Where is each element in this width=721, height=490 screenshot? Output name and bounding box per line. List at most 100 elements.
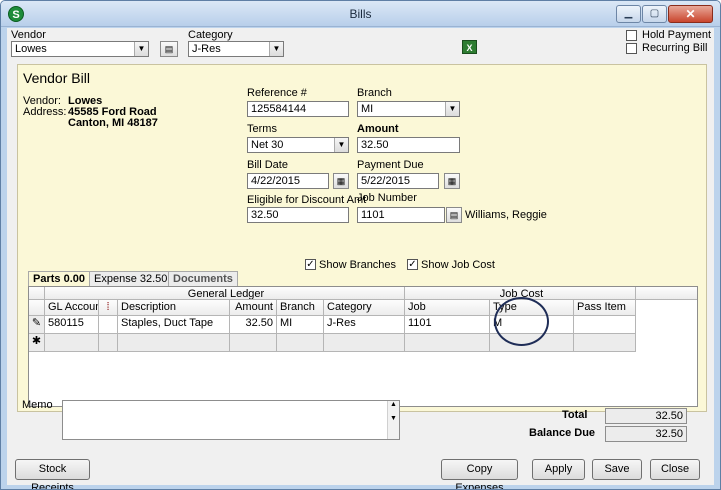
job-number-input[interactable]: 1101 — [357, 207, 445, 223]
col-attachment[interactable]: ⁞ — [99, 300, 118, 316]
show-job-cost-checkbox[interactable]: ✓ — [407, 259, 418, 270]
memo-textarea[interactable]: ▲ ▼ — [62, 400, 400, 440]
payment-due-label: Payment Due — [357, 159, 424, 171]
copy-expenses-button[interactable]: Copy Expenses — [441, 459, 518, 489]
total-value: 32.50 — [605, 408, 687, 424]
cell-job[interactable]: 1101 — [405, 316, 490, 334]
grid-corner — [29, 287, 45, 300]
window-title: Bills — [349, 7, 372, 21]
vendor-select[interactable]: Lowes ▼ — [11, 41, 149, 57]
branch-label: Branch — [357, 87, 392, 99]
new-cell-pass-item[interactable] — [574, 334, 636, 352]
cell-gl-account[interactable]: 580115 — [45, 316, 99, 334]
chevron-down-icon[interactable]: ▼ — [269, 42, 283, 56]
tab-expense[interactable]: Expense 32.50 — [89, 271, 173, 286]
job-number-label: Job Number — [357, 192, 417, 204]
reference-label: Reference # — [247, 87, 307, 99]
cell-branch[interactable]: MI — [277, 316, 324, 334]
category-select-value: J-Res — [192, 43, 221, 55]
stock-receipts-button[interactable]: Stock Receipts — [15, 459, 90, 489]
discount-amount-input[interactable]: 32.50 — [247, 207, 349, 223]
tab-parts[interactable]: Parts 0.00 — [28, 271, 91, 287]
recurring-bill-label: Recurring Bill — [642, 42, 708, 54]
new-cell-job[interactable] — [405, 334, 490, 352]
group-blank — [636, 287, 697, 300]
close-button[interactable]: Close — [650, 459, 700, 480]
terms-label: Terms — [247, 123, 277, 135]
new-row-indicator: ✱ — [29, 334, 45, 352]
maximize-button[interactable]: ▢ — [642, 5, 667, 23]
address-caption: Address: — [23, 106, 67, 118]
chevron-down-icon[interactable]: ▼ — [334, 138, 348, 152]
tab-documents[interactable]: Documents — [168, 271, 238, 286]
split-lines-icon: ⁞ — [106, 301, 110, 313]
new-cell-attachment[interactable] — [99, 334, 118, 352]
address-line2: Canton, MI 48187 — [68, 117, 158, 129]
memo-label: Memo — [22, 399, 53, 411]
pencil-icon: ✎ — [31, 317, 42, 329]
panel-title: Vendor Bill — [23, 70, 90, 86]
job-card-icon: ▤ — [449, 210, 459, 220]
col-amount[interactable]: Amount — [230, 300, 277, 316]
cell-attachment[interactable] — [99, 316, 118, 334]
calendar-icon: ▦ — [336, 176, 346, 186]
apply-button[interactable]: Apply — [532, 459, 585, 480]
vendor-label: Vendor — [11, 29, 46, 41]
category-select[interactable]: J-Res ▼ — [188, 41, 284, 57]
cell-category[interactable]: J-Res — [324, 316, 405, 334]
bill-date-input[interactable]: 4/22/2015 — [247, 173, 329, 189]
terms-select[interactable]: Net 30 ▼ — [247, 137, 349, 153]
row-header-corner — [29, 300, 45, 316]
amount-input[interactable]: 32.50 — [357, 137, 460, 153]
cell-pass-item[interactable] — [574, 316, 636, 334]
category-label: Category — [188, 29, 233, 41]
chevron-down-icon[interactable]: ▼ — [134, 42, 148, 56]
branch-select[interactable]: MI ▼ — [357, 101, 460, 117]
job-lookup-button[interactable]: ▤ — [446, 207, 462, 223]
col-pass-item[interactable]: Pass Item — [574, 300, 636, 316]
cell-description[interactable]: Staples, Duct Tape — [118, 316, 230, 334]
tab-expense-value: 32.50 — [139, 273, 168, 285]
vendor-lookup-button[interactable]: ▤ — [160, 41, 178, 57]
payment-due-picker-button[interactable]: ▦ — [444, 173, 460, 189]
new-cell-branch[interactable] — [277, 334, 324, 352]
show-branches-checkbox[interactable]: ✓ — [305, 259, 316, 270]
col-description[interactable]: Description — [118, 300, 230, 316]
new-cell-gl-account[interactable] — [45, 334, 99, 352]
vendor-select-value: Lowes — [15, 43, 47, 55]
vendor-bill-panel: Vendor Bill Vendor: Address: Lowes 45585… — [17, 64, 707, 412]
vendor-card-icon: ▤ — [164, 44, 174, 54]
amount-label: Amount — [357, 123, 399, 135]
balance-due-label: Balance Due — [529, 427, 596, 439]
tab-documents-label: Documents — [173, 273, 233, 285]
col-category[interactable]: Category — [324, 300, 405, 316]
cell-amount[interactable]: 32.50 — [230, 316, 277, 334]
chevron-down-icon[interactable]: ▼ — [445, 102, 459, 116]
group-general-ledger: General Ledger — [45, 287, 405, 300]
close-window-button[interactable]: ✕ — [668, 5, 713, 23]
show-branches-label: Show Branches — [319, 259, 397, 271]
hold-payment-label: Hold Payment — [642, 29, 712, 41]
col-branch[interactable]: Branch — [277, 300, 324, 316]
hold-payment-checkbox[interactable] — [626, 30, 637, 41]
new-cell-category[interactable] — [324, 334, 405, 352]
bills-window: S Bills ▁ ▢ ✕ Vendor Lowes ▼ ▤ Category … — [0, 0, 721, 490]
minimize-button[interactable]: ▁ — [616, 5, 641, 23]
tab-parts-value: 0.00 — [63, 273, 86, 285]
discount-label: Eligible for Discount Amt — [247, 194, 367, 206]
payment-due-input[interactable]: 5/22/2015 — [357, 173, 439, 189]
recurring-bill-checkbox[interactable] — [626, 43, 637, 54]
total-label: Total — [562, 409, 588, 421]
col-job[interactable]: Job — [405, 300, 490, 316]
bill-date-picker-button[interactable]: ▦ — [333, 173, 349, 189]
save-button[interactable]: Save — [592, 459, 642, 480]
reference-input[interactable]: 125584144 — [247, 101, 349, 117]
memo-scrollbar[interactable]: ▲ ▼ — [387, 401, 399, 439]
tab-parts-label: Parts — [33, 273, 61, 285]
new-cell-description[interactable] — [118, 334, 230, 352]
new-cell-amount[interactable] — [230, 334, 277, 352]
tab-expense-label: Expense — [94, 273, 137, 285]
excel-export-icon[interactable]: X — [462, 40, 477, 54]
col-gl-account[interactable]: GL Account — [45, 300, 99, 316]
calendar-icon: ▦ — [447, 176, 457, 186]
